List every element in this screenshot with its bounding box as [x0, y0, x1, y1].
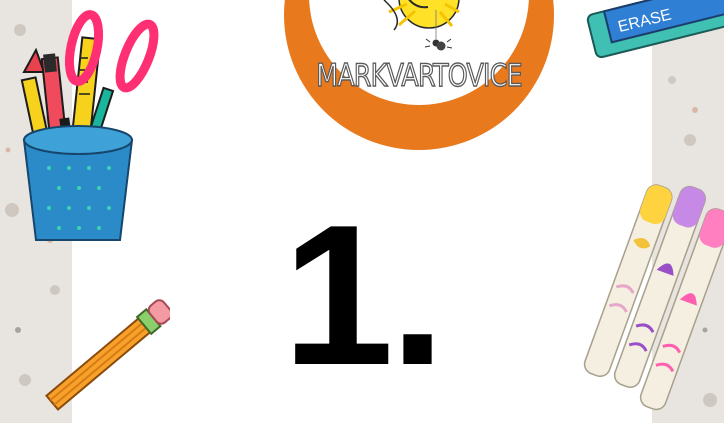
pencil-cup-icon [20, 10, 159, 241]
pencil-icon [45, 299, 170, 411]
eraser-icon: ERASE [586, 0, 724, 59]
markers-icon [583, 184, 724, 411]
school-name: MARKVARTOVICE [316, 57, 524, 94]
school-logo: MARKVARTOVICE [284, 0, 554, 150]
